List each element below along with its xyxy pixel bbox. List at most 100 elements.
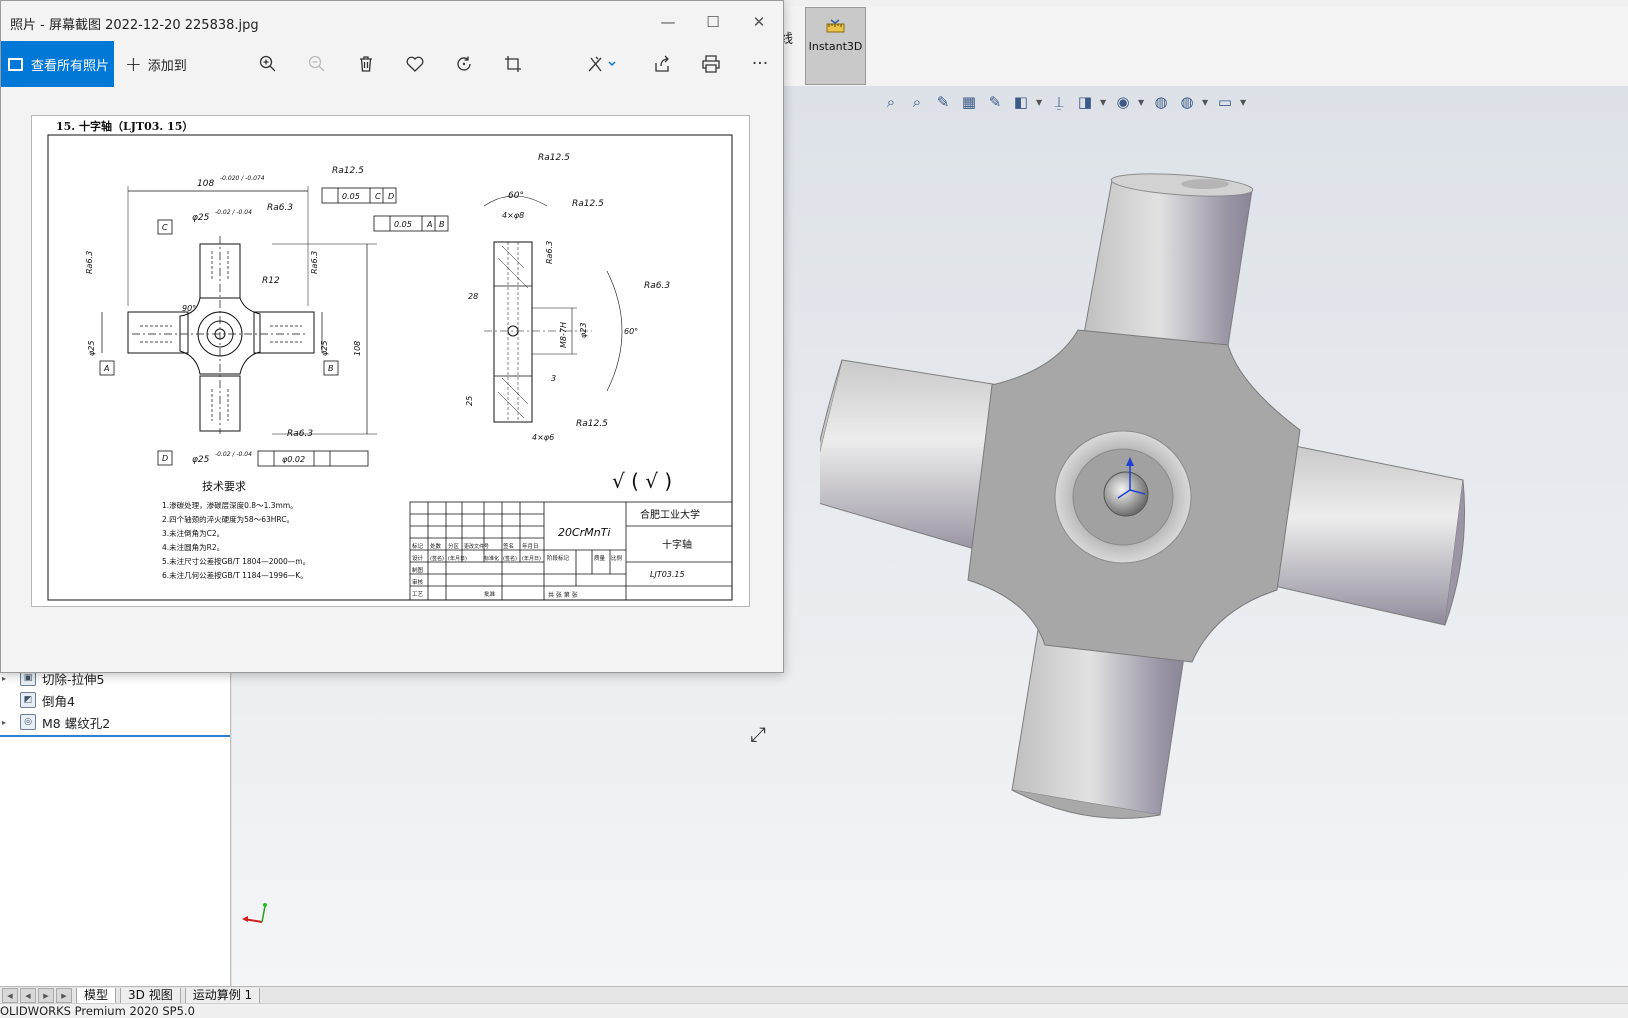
svg-text:Ra12.5: Ra12.5 — [572, 199, 604, 209]
cross-shaft-3d-model[interactable] — [820, 160, 1520, 860]
chevron-down-icon[interactable]: ▼ — [1036, 98, 1044, 107]
svg-text:处数: 处数 — [430, 542, 442, 550]
svg-text:Ra12.5: Ra12.5 — [576, 419, 608, 429]
expand-arrow-icon[interactable]: ▸ — [2, 718, 12, 727]
zoom-to-fit-icon[interactable]: ⌕ — [880, 92, 902, 112]
monitor-icon[interactable]: ▭ — [1214, 92, 1236, 112]
svg-text:0.05: 0.05 — [394, 220, 412, 229]
drawing-heading: 15. 十字轴（LJT03. 15） — [56, 119, 193, 133]
photos-window: 照片 - 屏幕截图 2022-12-20 225838.jpg — ☐ ✕ 查看… — [0, 0, 784, 746]
svg-text:标记: 标记 — [412, 542, 424, 550]
close-button[interactable]: ✕ — [744, 9, 774, 35]
crop-icon[interactable] — [500, 52, 526, 76]
tree-item-chamfer4[interactable]: ◩ 倒角4 — [0, 690, 75, 710]
svg-text:Ra6.3: Ra6.3 — [310, 251, 319, 274]
svg-text:5.未注尺寸公差按GB/T 1804—2000—m。: 5.未注尺寸公差按GB/T 1804—2000—m。 — [162, 556, 310, 566]
tolerance-frames — [99, 187, 449, 467]
favorite-icon[interactable] — [402, 52, 428, 76]
zoom-in-icon[interactable] — [255, 52, 281, 76]
svg-text:1.渗碳处理，渗碳层深度0.8～1.3mm。: 1.渗碳处理，渗碳层深度0.8～1.3mm。 — [162, 500, 298, 510]
view-all-photos-button[interactable]: 查看所有照片 — [1, 41, 114, 87]
svg-text:6.未注几何公差按GB/T 1184—1996—K。: 6.未注几何公差按GB/T 1184—1996—K。 — [162, 570, 308, 580]
status-bar: OLIDWORKS Premium 2020 SP5.0 — [0, 1003, 1628, 1018]
svg-text:C: C — [162, 223, 168, 232]
prev-tab-icon[interactable]: ◀ — [20, 988, 36, 1003]
svg-text:φ25: φ25 — [192, 455, 210, 465]
svg-text:3.未注倒角为C2。: 3.未注倒角为C2。 — [162, 528, 224, 538]
tab-model[interactable]: 模型 — [76, 987, 117, 1004]
zoom-out-icon[interactable] — [304, 52, 330, 76]
next-tab-icon[interactable]: ▶ — [38, 988, 54, 1003]
svg-text:LJT03.15: LJT03.15 — [650, 570, 685, 579]
svg-text:批准: 批准 — [484, 590, 496, 598]
chevron-down-icon[interactable]: ▼ — [1240, 98, 1248, 107]
photos-toolbar: 查看所有照片 + 添加到 ··· — [1, 41, 783, 87]
svg-text:2.四个轴颈的淬火硬度为58～63HRC。: 2.四个轴颈的淬火硬度为58～63HRC。 — [162, 514, 294, 524]
expand-icon[interactable]: ⤢ — [747, 722, 769, 746]
zoom-to-area-icon[interactable]: ⌕ — [906, 92, 928, 112]
svg-text:4×φ8: 4×φ8 — [502, 211, 524, 220]
engineering-drawing-image: 15. 十字轴（LJT03. 15） 108 -0.020 / -0.074 φ… — [31, 115, 750, 607]
view-settings-icon[interactable]: ◍ — [1176, 92, 1198, 112]
edit-appearance-icon[interactable]: ◉ — [1112, 92, 1134, 112]
hole-wizard-icon: ◎ — [20, 714, 36, 730]
svg-text:(签名): (签名) — [430, 555, 444, 562]
display-style-icon[interactable]: ⍊ — [1048, 92, 1070, 112]
svg-text:阶段标记: 阶段标记 — [547, 554, 570, 562]
tab-motion-study[interactable]: 运动算例 1 — [184, 987, 261, 1004]
share-icon[interactable] — [649, 52, 675, 76]
title-block-text: 20CrMnTi 合肥工业大学 十字轴 LJT03.15 共 张 第 张 标记 … — [412, 508, 700, 599]
last-tab-icon[interactable]: ▶ — [56, 988, 72, 1003]
photos-titlebar[interactable]: 照片 - 屏幕截图 2022-12-20 225838.jpg — ☐ ✕ — [1, 1, 783, 41]
svg-text:D: D — [388, 192, 394, 201]
svg-text:φ25: φ25 — [87, 341, 96, 356]
edit-icon[interactable] — [585, 52, 619, 76]
first-tab-icon[interactable]: ◀ — [2, 988, 18, 1003]
rotate-icon[interactable] — [451, 52, 477, 76]
svg-text:4.未注圆角为R2。: 4.未注圆角为R2。 — [162, 542, 224, 552]
minimize-button[interactable]: — — [653, 9, 683, 35]
print-icon[interactable] — [698, 52, 724, 76]
section-view-icon[interactable]: ▦ — [958, 92, 980, 112]
svg-text:25: 25 — [465, 396, 474, 406]
chevron-down-icon[interactable]: ▼ — [1100, 98, 1108, 107]
svg-text:Ra6.3: Ra6.3 — [287, 429, 313, 439]
chamfer-icon: ◩ — [20, 692, 36, 708]
svg-text:R12: R12 — [262, 276, 280, 286]
expand-arrow-icon[interactable]: ▸ — [2, 674, 12, 683]
dynamic-annotation-icon[interactable]: ✎ — [984, 92, 1006, 112]
svg-text:C: C — [375, 192, 381, 201]
svg-text:质量: 质量 — [594, 554, 606, 562]
svg-text:签名: 签名 — [503, 542, 514, 550]
svg-text:技术要求: 技术要求 — [202, 480, 246, 493]
tolerance-text: 0.05 C D 0.05 A B φ0.02 C D A B — [103, 192, 445, 464]
picture-icon — [8, 57, 23, 71]
photo-canvas[interactable]: 15. 十字轴（LJT03. 15） 108 -0.020 / -0.074 φ… — [1, 87, 783, 746]
chevron-down-icon[interactable]: ▼ — [1138, 98, 1146, 107]
svg-text:年月日: 年月日 — [522, 542, 539, 550]
svg-text:工艺: 工艺 — [412, 591, 424, 598]
hide-show-icon[interactable]: ◨ — [1074, 92, 1096, 112]
view-orientation-icon[interactable]: ◧ — [1010, 92, 1032, 112]
roughness-symbol: √ ( √ ) — [612, 469, 672, 493]
bottom-tab-bar: ◀ ◀ ▶ ▶ 模型 3D 视图 运动算例 1 — [0, 986, 1628, 1004]
add-to-button[interactable]: + 添加到 — [125, 41, 187, 87]
tree-item-m8-tapped-hole2[interactable]: ▸ ◎ M8 螺纹孔2 — [0, 712, 110, 732]
instant3d-button[interactable]: Instant3D — [805, 7, 866, 85]
svg-text:D: D — [162, 454, 168, 463]
delete-icon[interactable] — [353, 52, 379, 76]
chevron-down-icon[interactable]: ▼ — [1202, 98, 1210, 107]
svg-text:(年月日): (年月日) — [522, 555, 541, 562]
apply-scene-icon[interactable]: ◍ — [1150, 92, 1172, 112]
more-icon[interactable]: ··· — [747, 52, 773, 76]
instant3d-label: Instant3D — [808, 40, 863, 53]
heads-up-view-toolbar: ⌕ ⌕ ✎ ▦ ✎ ◧ ▼ ⍊ ◨ ▼ ◉ ▼ ◍ ◍ ▼ ▭ ▼ — [880, 90, 1248, 114]
svg-text:28: 28 — [468, 292, 478, 301]
maximize-button[interactable]: ☐ — [698, 9, 728, 35]
rollback-bar[interactable] — [0, 735, 230, 737]
window-title: 照片 - 屏幕截图 2022-12-20 225838.jpg — [10, 18, 259, 33]
tab-3d-view[interactable]: 3D 视图 — [120, 987, 181, 1004]
svg-text:φ25: φ25 — [320, 341, 329, 356]
previous-view-icon[interactable]: ✎ — [932, 92, 954, 112]
tree-item-label: 倒角4 — [42, 693, 75, 709]
